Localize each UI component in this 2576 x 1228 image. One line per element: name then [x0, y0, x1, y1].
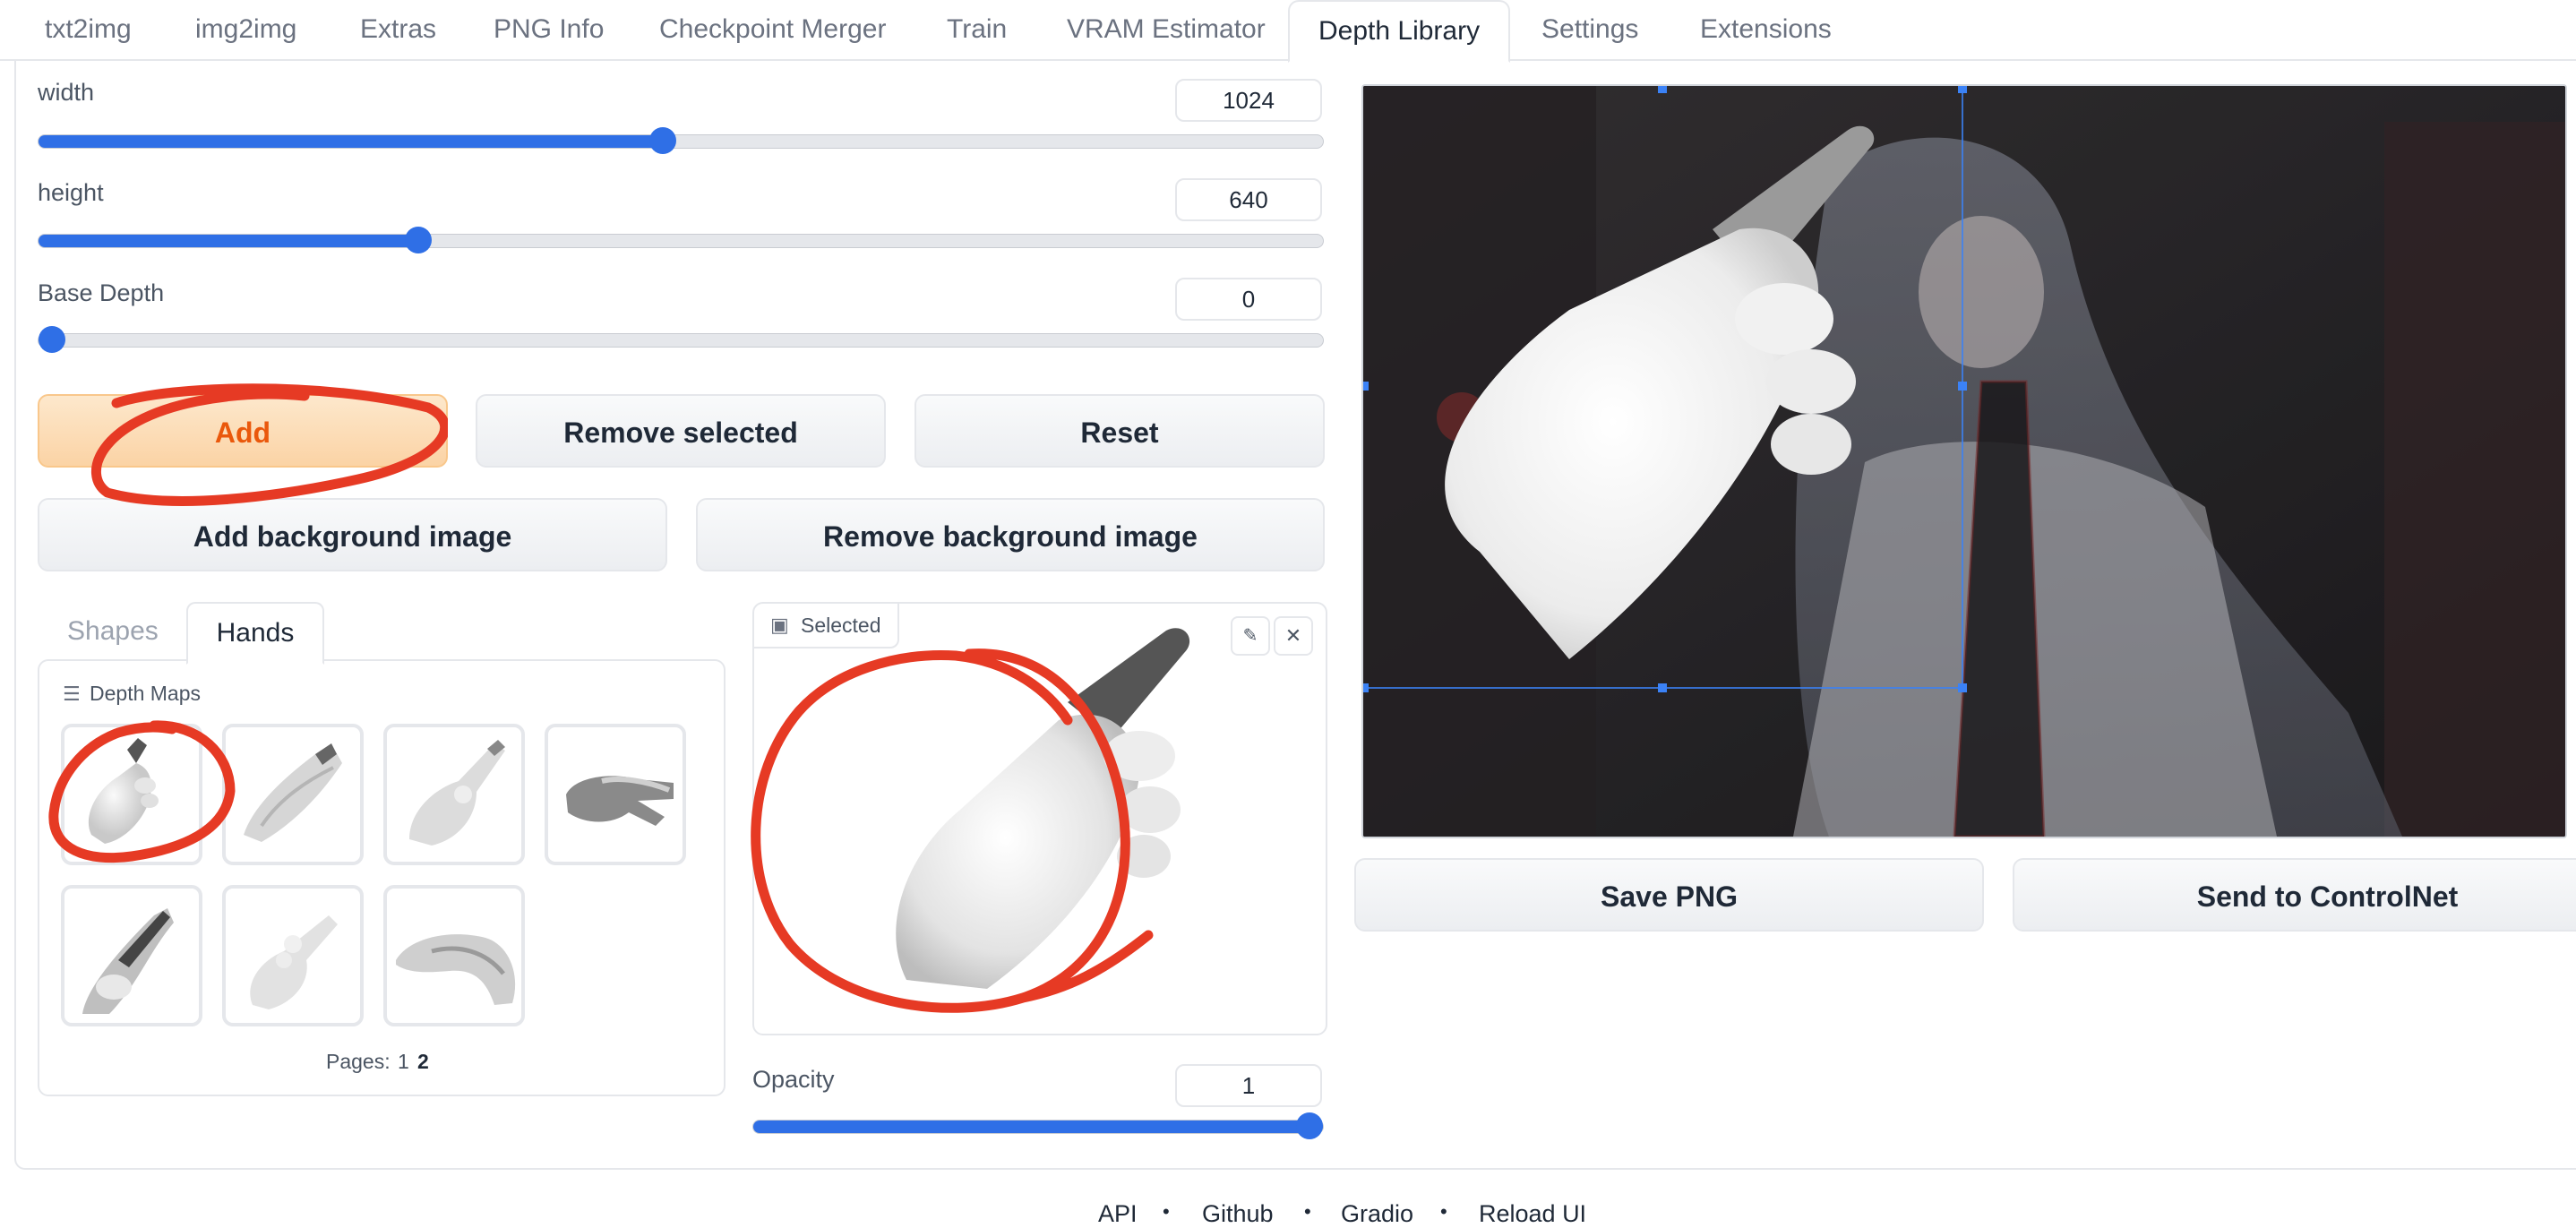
tab-png-info[interactable]: PNG Info: [494, 0, 604, 59]
hand-icon: [566, 776, 674, 826]
opacity-slider[interactable]: [752, 1112, 1324, 1139]
save-png-button[interactable]: Save PNG: [1354, 858, 1984, 932]
opacity-slider-thumb[interactable]: [1296, 1112, 1323, 1139]
hand-icon: [244, 743, 342, 842]
footer-separator: •: [1163, 1200, 1170, 1223]
width-label: width: [38, 79, 95, 106]
opacity-input[interactable]: 1: [1175, 1064, 1322, 1107]
base-depth-slider-thumb[interactable]: [39, 326, 65, 353]
hand-icon: [409, 740, 505, 846]
depth-canvas[interactable]: [1361, 84, 2567, 838]
annotation-circle-add: [90, 383, 448, 506]
opacity-label: Opacity: [752, 1066, 835, 1093]
depth-maps-header: Depth Maps: [90, 682, 202, 705]
width-slider[interactable]: [38, 127, 1324, 154]
depth-thumb-7[interactable]: [383, 885, 525, 1026]
tab-depth-library[interactable]: Depth Library: [1288, 0, 1511, 63]
close-icon[interactable]: ✕: [1274, 616, 1313, 656]
list-icon: ☰: [63, 683, 81, 705]
send-to-controlnet-button[interactable]: Send to ControlNet: [2013, 858, 2576, 932]
base-depth-input[interactable]: 0: [1175, 278, 1322, 321]
footer-separator: •: [1304, 1200, 1311, 1223]
height-slider[interactable]: [38, 227, 1324, 253]
tab-txt2img[interactable]: txt2img: [45, 0, 132, 59]
footer-github-link[interactable]: Github: [1202, 1200, 1274, 1228]
width-slider-thumb[interactable]: [648, 127, 676, 154]
tab-settings[interactable]: Settings: [1541, 0, 1638, 59]
tab-vram-estimator[interactable]: VRAM Estimator: [1067, 0, 1266, 59]
tab-hands[interactable]: Hands: [186, 602, 324, 665]
tab-bar: txt2img img2img Extras PNG Info Checkpoi…: [0, 0, 2576, 63]
base-depth-label: Base Depth: [38, 279, 165, 306]
page-1-link[interactable]: 1: [398, 1050, 409, 1074]
tab-checkpoint-merger[interactable]: Checkpoint Merger: [659, 0, 886, 59]
hand-icon: [250, 915, 338, 1009]
remove-selected-button[interactable]: Remove selected: [476, 394, 886, 468]
tab-extras[interactable]: Extras: [360, 0, 436, 59]
base-depth-slider[interactable]: [38, 326, 1324, 353]
page-2-link[interactable]: 2: [417, 1050, 429, 1074]
background-image: [1363, 86, 2565, 837]
footer-gradio-link[interactable]: Gradio: [1341, 1200, 1413, 1228]
footer-separator: •: [1440, 1200, 1447, 1223]
selected-panel: ▣ Selected ✎ ✕: [751, 602, 1327, 1035]
footer-reload-ui-link[interactable]: Reload UI: [1479, 1200, 1586, 1228]
tab-shapes[interactable]: Shapes: [67, 616, 159, 647]
pages-label: Pages:: [326, 1050, 391, 1073]
reset-button[interactable]: Reset: [914, 394, 1325, 468]
width-input[interactable]: 1024: [1175, 79, 1322, 122]
tab-train[interactable]: Train: [947, 0, 1007, 59]
library-tabs: Shapes Hands: [38, 602, 722, 665]
annotation-circle-thumb: [48, 720, 236, 863]
height-label: height: [38, 179, 104, 206]
depth-thumb-6[interactable]: [222, 885, 364, 1026]
annotation-circle-selected: [751, 648, 1154, 1013]
depth-thumb-3[interactable]: [383, 724, 525, 865]
depth-thumb-5[interactable]: [61, 885, 202, 1026]
hand-icon: [82, 908, 174, 1014]
tab-extensions[interactable]: Extensions: [1700, 0, 1832, 59]
remove-background-image-button[interactable]: Remove background image: [696, 498, 1325, 571]
footer-api-link[interactable]: API: [1098, 1200, 1138, 1228]
height-input[interactable]: 640: [1175, 178, 1322, 221]
depth-thumb-4[interactable]: [545, 724, 686, 865]
hand-icon: [396, 934, 516, 1005]
tab-img2img[interactable]: img2img: [195, 0, 296, 59]
